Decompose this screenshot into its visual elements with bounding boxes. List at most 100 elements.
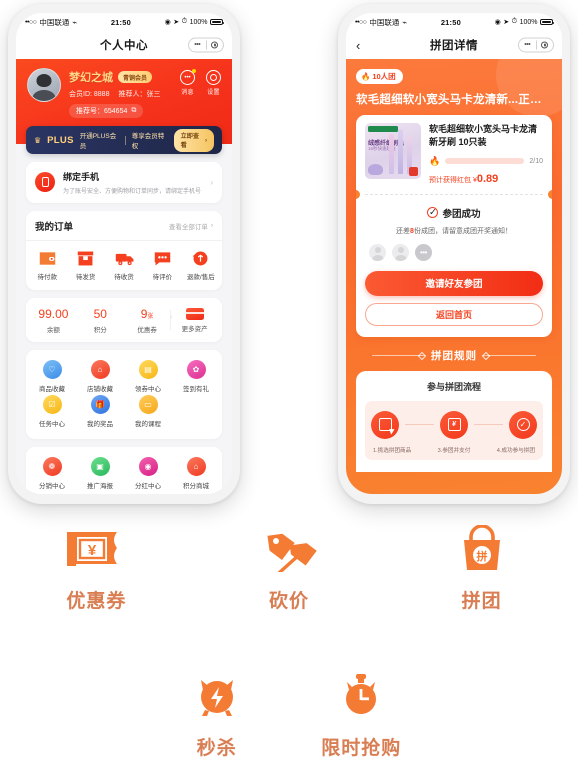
group-bag-icon: 拼 [385,518,578,580]
redpack-amount: 0.89 [476,172,499,185]
banner-headline: 软毛超细软小宽头马卡龙清新...正在疯抢中 [356,94,552,106]
capsule-close-icon[interactable] [206,41,223,49]
bind-phone-desc: 为了账号安全、方便购物和订单同步，请绑定手机号 [63,188,202,195]
distribution-icon: ❁ [42,456,62,476]
feature-coupon[interactable]: ¥ 优惠券 [0,518,193,613]
bind-phone-card[interactable]: 绑定手机 为了账号安全、方便购物和订单同步，请绑定手机号 › [26,162,222,203]
feature-row-2: 秒杀 限时抢购 [0,665,578,760]
battery-icon [540,18,555,26]
order-status-pending-shipment[interactable]: 待发货 [66,250,104,281]
order-status-pending-review[interactable]: 待评价 [143,250,181,281]
order-status-label: 待发货 [75,273,96,281]
grid-item-my-prizes[interactable]: 🎁 我的奖品 [76,394,124,428]
capsule-close-icon[interactable] [536,41,553,49]
progress-row: 🔥 2/10 [429,156,543,167]
back-home-button[interactable]: 返回首页 [365,302,543,326]
asset-value: 99.00 [38,306,69,321]
rules-sub-title: 参与拼团流程 [426,381,481,392]
rules-divider-left [372,354,425,356]
participant-avatars: ••• [369,243,543,261]
grid-item-task-center[interactable]: ☑ 任务中心 [28,394,76,428]
pay-icon [440,410,468,439]
carrier-label: 中国联通 [369,17,400,27]
gear-icon [206,70,221,85]
back-button[interactable]: ‹ [354,38,360,53]
progress-text: 2/10 [529,157,543,165]
rules-card: 参与拼团流程 1.挑选拼团商品 3.参团并支付 4.成功参与拼团 [356,370,552,472]
capsule-menu-icon[interactable]: ••• [519,42,536,49]
messages-label: 消息 [181,90,194,96]
feature-flash-sale[interactable]: 秒杀 [145,665,290,760]
result-desc-prefix: 还差 [396,227,411,235]
shop-collect-icon: ⌂ [90,359,110,379]
order-status-pending-payment[interactable]: 待付款 [28,250,66,281]
asset-coupons[interactable]: 9张 优惠券 › [124,307,172,334]
grid-item-product-favorites[interactable]: ♡ 商品收藏 [28,359,76,393]
more-participants-icon[interactable]: ••• [415,243,432,261]
grid-item-label: 店铺收藏 [87,385,113,393]
view-all-orders-link[interactable]: 查看全部订单 › [169,221,213,231]
select-product-icon [371,410,399,439]
settings-label: 设置 [207,90,220,96]
box-icon [76,250,95,267]
copy-icon[interactable]: ⧉ [131,107,136,115]
product-title: 软毛超细软小宽头马卡龙清新牙刷 10只装 [429,124,538,147]
feature-label: 限时抢购 [321,738,402,759]
feature-icons-section: ¥ 优惠券 砍价 拼 拼团 秒杀 限时抢购 [0,518,578,760]
grid-item-distribution-center[interactable]: ❁ 分销中心 [28,456,76,490]
phone-screen-left: ••○○ 中国联通 ⌁ 21:50 ◉ ➤ ⏱ 100% 个人中心 ••• 梦幻… [16,13,232,494]
grid-item-label: 签到有礼 [183,385,209,393]
user-name: 梦幻之城 [69,72,113,84]
image-brand-bar [368,126,398,132]
grid-item-signin-gift[interactable]: ✿ 签到有礼 [172,359,220,393]
referrer-label: 推荐人：张三 [118,91,161,98]
messages-action[interactable]: ••• 消息 [180,69,196,96]
grid-item-promo-poster[interactable]: ▣ 推广海报 [76,456,124,490]
plus-membership-banner[interactable]: ♛ PLUS 开通PLUS会员 尊享会员特权 立即查看 › [26,126,222,154]
invite-friends-button[interactable]: 邀请好友参团 [365,270,543,296]
product-row[interactable]: 绒感纤细刷毛 15秒快速起泡 软毛超细软小宽头马卡龙清新牙刷 10只装 🔥 2/… [356,115,552,194]
mini-program-capsule[interactable]: ••• [518,37,554,53]
check-circle-icon [509,410,537,439]
asset-label: 积分 [93,326,107,334]
avatar[interactable] [27,68,61,102]
phone-frame-right: ••○○ 中国联通 ⌁ 21:50 ◉ ➤ ⏱ 100% ‹ 拼团详情 ••• [338,4,570,504]
order-status-refund[interactable]: 退款/售后 [182,250,220,281]
order-status-pending-receipt[interactable]: 待收货 [105,250,143,281]
feature-limited-rush[interactable]: 限时抢购 [289,665,434,760]
alarm-flash-icon [145,665,290,727]
feature-bargain[interactable]: 砍价 [193,518,386,613]
wallet-icon [38,250,57,267]
services-grid: ♡ 商品收藏 ⌂ 店铺收藏 ▤ 领券中心 ✿ 签到有礼 ☑ 任务中心 🎁 我的奖… [26,350,222,439]
stopwatch-icon [289,665,434,727]
grid-item-my-courses[interactable]: ▭ 我的课程 [124,394,172,428]
plus-view-button[interactable]: 立即查看 › [173,128,214,152]
dividend-icon: ◉ [138,456,158,476]
alarm-icon: ⏱ [511,18,518,25]
crown-icon: ♛ [34,135,42,145]
referral-code-chip[interactable]: 推荐号：654654 ⧉ [69,104,144,118]
navigation-icon: ➤ [503,19,510,26]
group-result-section: ✓ 参团成功 还差8份成团，请留意成团开奖通知！ ••• 邀请好友参团 返回首页 [356,195,552,337]
feature-label: 秒杀 [196,738,237,759]
asset-balance[interactable]: 99.00 余额 [30,307,77,334]
asset-unit: 张 [147,313,154,320]
capsule-menu-icon[interactable]: ••• [189,42,206,49]
asset-more[interactable]: 更多资产 [171,307,218,333]
coupon-center-icon: ▤ [138,359,158,379]
grid-item-label: 推广海报 [87,482,113,490]
points-mall-icon: ⌂ [186,456,206,476]
grid-item-coupon-center[interactable]: ▤ 领券中心 [124,359,172,393]
grid-item-points-mall[interactable]: ⌂ 积分商城 [172,456,220,490]
rules-section-title: 拼团规则 [431,349,477,362]
mini-program-capsule[interactable]: ••• [188,37,224,53]
refund-icon [191,250,210,267]
assets-row: 99.00 余额 50 积分 9张 优惠券 › 更多资产 [26,298,222,342]
settings-action[interactable]: 设置 [206,70,221,96]
order-status-label: 待评价 [152,273,173,281]
feature-group-buy[interactable]: 拼 拼团 [385,518,578,613]
asset-points[interactable]: 50 积分 [77,307,124,334]
step-label: 4.成功参与拼团 [496,447,535,454]
grid-item-shop-favorites[interactable]: ⌂ 店铺收藏 [76,359,124,393]
grid-item-dividend-center[interactable]: ◉ 分红中心 [124,456,172,490]
